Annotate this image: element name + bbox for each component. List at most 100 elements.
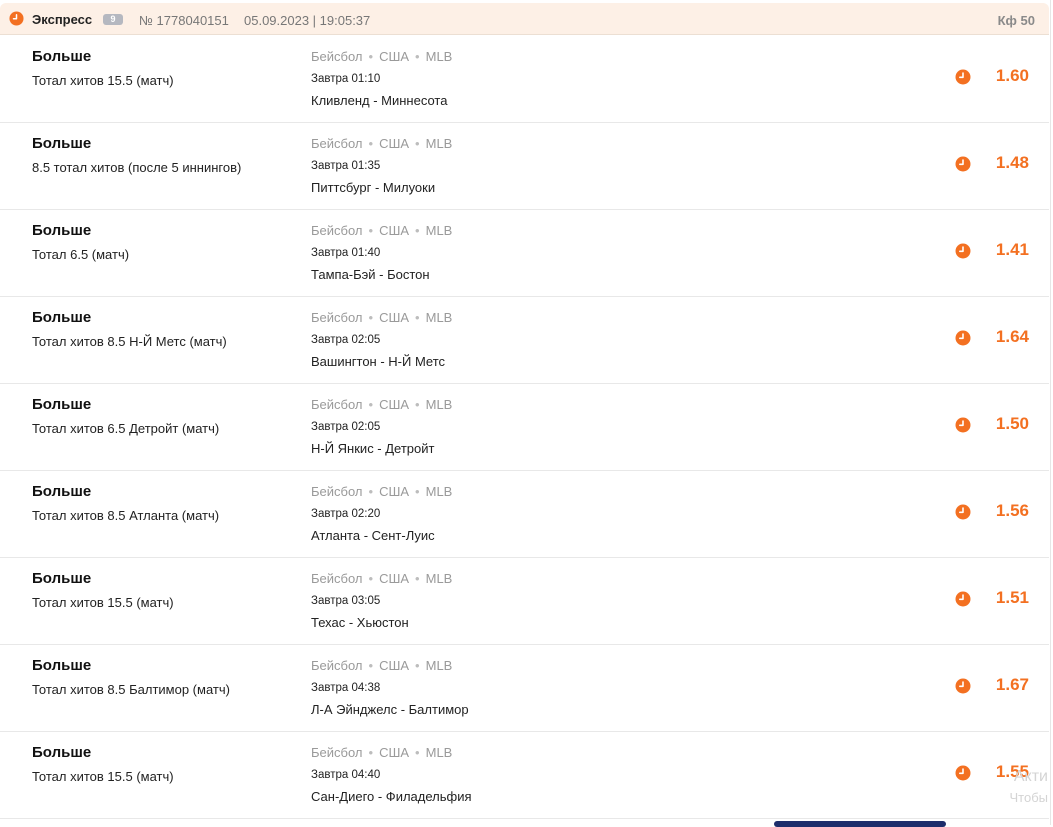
pending-clock-icon [955, 243, 971, 259]
event-breadcrumb: Бейсбол • США • MLB [311, 49, 453, 64]
event-teams: Л-А Эйнджелс - Балтимор [311, 702, 469, 717]
sport-label: Бейсбол [311, 658, 363, 673]
pending-clock-icon [955, 330, 971, 346]
league-label: MLB [425, 310, 453, 325]
bet-odds: 1.64 [995, 327, 1029, 346]
bet-odds: 1.41 [995, 240, 1029, 259]
event-time: Завтра 02:20 [311, 508, 381, 520]
league-label: MLB [425, 745, 453, 760]
event-breadcrumb: Бейсбол • США • MLB [311, 136, 453, 151]
league-label: MLB [425, 49, 453, 64]
event-teams: Вашингтон - Н-Й Метс [311, 354, 446, 369]
bet-odds: 1.48 [995, 153, 1029, 172]
bet-type: Больше [32, 657, 92, 674]
event-time: Завтра 02:05 [311, 334, 381, 346]
bet-type: Больше [32, 396, 92, 413]
league-label: MLB [425, 484, 453, 499]
league-label: MLB [425, 658, 453, 673]
sport-label: Бейсбол [311, 136, 363, 151]
bet-odds: 1.51 [995, 588, 1029, 607]
country-label: США [379, 571, 410, 586]
bet-market: Тотал хитов 6.5 Детройт (матч) [32, 421, 220, 436]
country-label: США [379, 745, 410, 760]
bet-odds: 1.60 [995, 66, 1029, 85]
bet-row[interactable]: Больше Тотал хитов 8.5 Атланта (матч) Бе… [0, 470, 1049, 558]
bet-row[interactable]: Больше Тотал хитов 15.5 (матч) Бейсбол • С… [0, 35, 1049, 123]
action-button-edge[interactable] [774, 821, 946, 827]
coupon-number: № 1778040151 [139, 13, 229, 28]
pending-clock-icon [955, 156, 971, 172]
sport-label: Бейсбол [311, 571, 363, 586]
pending-clock-icon [955, 69, 971, 85]
bet-market: Тотал хитов 15.5 (матч) [32, 73, 174, 88]
sport-label: Бейсбол [311, 484, 363, 499]
country-label: США [379, 658, 410, 673]
coupon-datetime: 05.09.2023 | 19:05:37 [244, 13, 371, 28]
sport-label: Бейсбол [311, 397, 363, 412]
league-label: MLB [425, 136, 453, 151]
event-breadcrumb: Бейсбол • США • MLB [311, 310, 453, 325]
bet-type: Больше [32, 483, 92, 500]
bet-type: Больше [32, 570, 92, 587]
event-breadcrumb: Бейсбол • США • MLB [311, 745, 453, 760]
country-label: США [379, 397, 410, 412]
events-count-badge: 9 [103, 14, 123, 25]
event-time: Завтра 01:10 [311, 73, 381, 85]
league-label: MLB [425, 397, 453, 412]
bet-market: 8.5 тотал хитов (после 5 иннингов) [32, 160, 242, 175]
sport-label: Бейсбол [311, 49, 363, 64]
bet-row[interactable]: Больше Тотал хитов 8.5 Н-Й Метс (матч) Б… [0, 296, 1049, 384]
country-label: США [379, 136, 410, 151]
event-time: Завтра 04:40 [311, 769, 381, 781]
pending-clock-icon [955, 504, 971, 520]
bet-odds: 1.50 [995, 414, 1029, 433]
bet-market: Тотал 6.5 (матч) [32, 247, 130, 262]
event-teams: Кливленд - Миннесота [311, 93, 448, 108]
coupon-type: Экспресс [32, 12, 93, 27]
bet-coupon-card: Экспресс 9 № 1778040151 05.09.2023 | 19:… [0, 0, 1051, 827]
event-breadcrumb: Бейсбол • США • MLB [311, 484, 453, 499]
league-label: MLB [425, 223, 453, 238]
country-label: США [379, 223, 410, 238]
event-breadcrumb: Бейсбол • США • MLB [311, 397, 453, 412]
coupon-header[interactable]: Экспресс 9 № 1778040151 05.09.2023 | 19:… [0, 3, 1049, 35]
sport-label: Бейсбол [311, 310, 363, 325]
bet-type: Больше [32, 135, 92, 152]
event-breadcrumb: Бейсбол • США • MLB [311, 223, 453, 238]
event-teams: Тампа-Бэй - Бостон [311, 267, 430, 282]
event-time: Завтра 01:35 [311, 160, 381, 172]
bet-market: Тотал хитов 8.5 Балтимор (матч) [32, 682, 230, 697]
event-breadcrumb: Бейсбол • США • MLB [311, 658, 453, 673]
bet-row[interactable]: Больше Тотал хитов 15.5 (матч) Бейсбол • С… [0, 557, 1049, 645]
bet-odds: 1.67 [995, 675, 1029, 694]
pending-clock-icon [955, 591, 971, 607]
bet-market: Тотал хитов 15.5 (матч) [32, 595, 174, 610]
bet-row[interactable]: Больше Тотал 6.5 (матч) Бейсбол • США • MLB … [0, 209, 1049, 297]
event-teams: Техас - Хьюстон [311, 615, 409, 630]
country-label: США [379, 310, 410, 325]
bet-type: Больше [32, 48, 92, 65]
bet-row[interactable]: Больше Тотал хитов 8.5 Балтимор (матч) Б… [0, 644, 1049, 732]
bet-row[interactable]: Больше Тотал хитов 6.5 Детройт (матч) Бе… [0, 383, 1049, 471]
event-breadcrumb: Бейсбол • США • MLB [311, 571, 453, 586]
league-label: MLB [425, 571, 453, 586]
event-teams: Н-Й Янкис - Детройт [311, 441, 435, 456]
event-teams: Атланта - Сент-Луис [311, 528, 435, 543]
country-label: США [379, 484, 410, 499]
country-label: США [379, 49, 410, 64]
event-time: Завтра 03:05 [311, 595, 381, 607]
bet-type: Больше [32, 309, 92, 326]
activation-watermark: Акти [1013, 768, 1048, 785]
sport-label: Бейсбол [311, 745, 363, 760]
bet-row[interactable]: Больше 8.5 тотал хитов (после 5 иннингов… [0, 122, 1049, 210]
clock-icon [9, 11, 24, 26]
bet-market: Тотал хитов 8.5 Атланта (матч) [32, 508, 220, 523]
bet-row[interactable]: Больше Тотал хитов 15.5 (матч) Бейсбол • С… [0, 731, 1049, 819]
bet-market: Тотал хитов 15.5 (матч) [32, 769, 174, 784]
bet-type: Больше [32, 744, 92, 761]
activation-watermark-sub: Чтобы [1009, 790, 1049, 805]
pending-clock-icon [955, 678, 971, 694]
pending-clock-icon [955, 765, 971, 781]
total-coefficient: Кф 50 [997, 13, 1035, 28]
bet-market: Тотал хитов 8.5 Н-Й Метс (матч) [32, 334, 227, 349]
